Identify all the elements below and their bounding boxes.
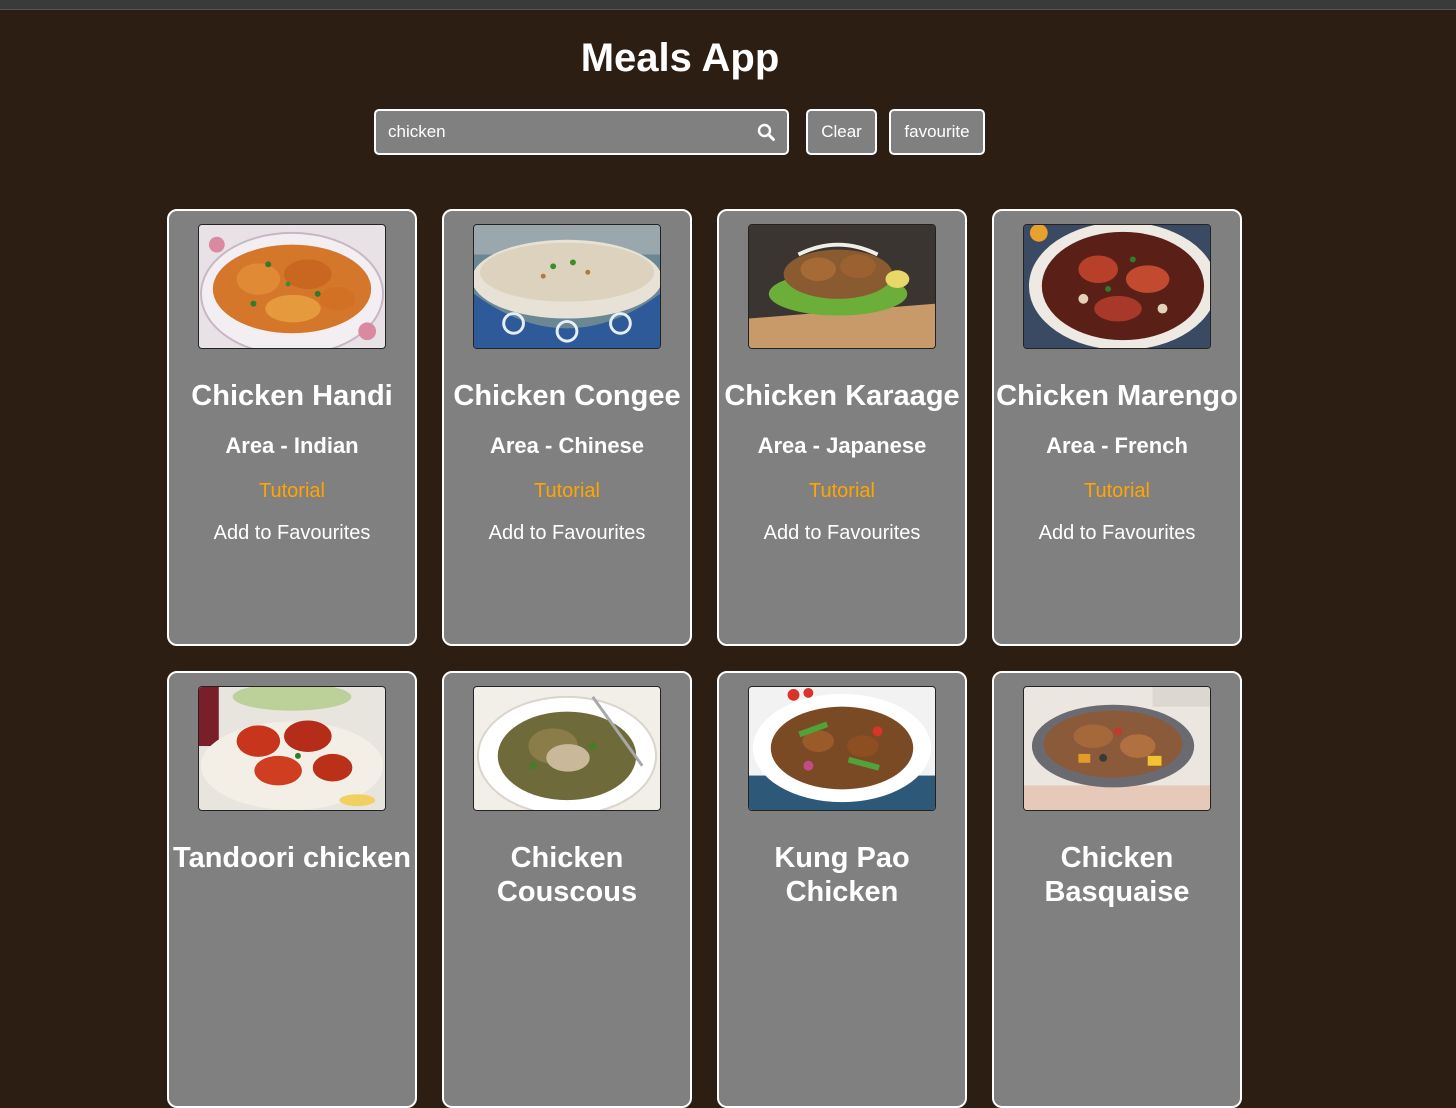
add-to-favourites-button[interactable]: Add to Favourites xyxy=(444,521,690,545)
page-title: Meals App xyxy=(580,36,780,80)
meal-image[interactable] xyxy=(473,224,661,349)
meal-area: Area - Japanese xyxy=(757,433,927,458)
meal-image[interactable] xyxy=(198,686,386,811)
meal-name: Chicken Marengo xyxy=(996,380,1238,412)
meal-image[interactable] xyxy=(1023,686,1211,811)
search-box xyxy=(374,109,789,155)
meal-name: Tandoori chicken xyxy=(173,842,411,874)
meal-card: Chicken Congee Area - Chinese Tutorial A… xyxy=(442,209,692,646)
meal-name: Chicken Karaage xyxy=(724,380,960,412)
add-to-favourites-button[interactable]: Add to Favourites xyxy=(169,521,415,545)
meal-name: Kung Pao Chicken xyxy=(774,842,910,908)
meal-name: Chicken Couscous xyxy=(496,842,638,908)
clear-button[interactable]: Clear xyxy=(806,109,877,155)
meal-card: Chicken Couscous xyxy=(442,671,692,1108)
meal-card: Chicken Handi Area - Indian Tutorial Add… xyxy=(167,209,417,646)
meal-card: Chicken Karaage Area - Japanese Tutorial… xyxy=(717,209,967,646)
meal-name: Chicken Handi xyxy=(191,380,393,412)
tutorial-link[interactable]: Tutorial xyxy=(994,479,1240,503)
search-input[interactable] xyxy=(388,111,748,153)
meal-image[interactable] xyxy=(748,686,936,811)
meal-image[interactable] xyxy=(748,224,936,349)
tutorial-link[interactable]: Tutorial xyxy=(719,479,965,503)
favourite-button[interactable]: favourite xyxy=(889,109,985,155)
tutorial-link[interactable]: Tutorial xyxy=(169,479,415,503)
add-to-favourites-button[interactable]: Add to Favourites xyxy=(719,521,965,545)
meal-area: Area - Chinese xyxy=(489,433,645,458)
meal-area: Area - Indian xyxy=(225,433,359,458)
meal-card: Chicken Basquaise xyxy=(992,671,1242,1108)
meal-image[interactable] xyxy=(473,686,661,811)
meal-card: Chicken Marengo Area - French Tutorial A… xyxy=(992,209,1242,646)
meal-card: Kung Pao Chicken xyxy=(717,671,967,1108)
meal-image[interactable] xyxy=(1023,224,1211,349)
browser-top-bar xyxy=(0,0,1456,10)
meal-image[interactable] xyxy=(198,224,386,349)
tutorial-link[interactable]: Tutorial xyxy=(444,479,690,503)
meal-name: Chicken Congee xyxy=(453,380,681,412)
search-icon[interactable] xyxy=(757,123,775,141)
meal-area: Area - French xyxy=(1046,433,1188,458)
meal-card: Tandoori chicken xyxy=(167,671,417,1108)
meal-name: Chicken Basquaise xyxy=(1044,842,1190,908)
add-to-favourites-button[interactable]: Add to Favourites xyxy=(994,521,1240,545)
